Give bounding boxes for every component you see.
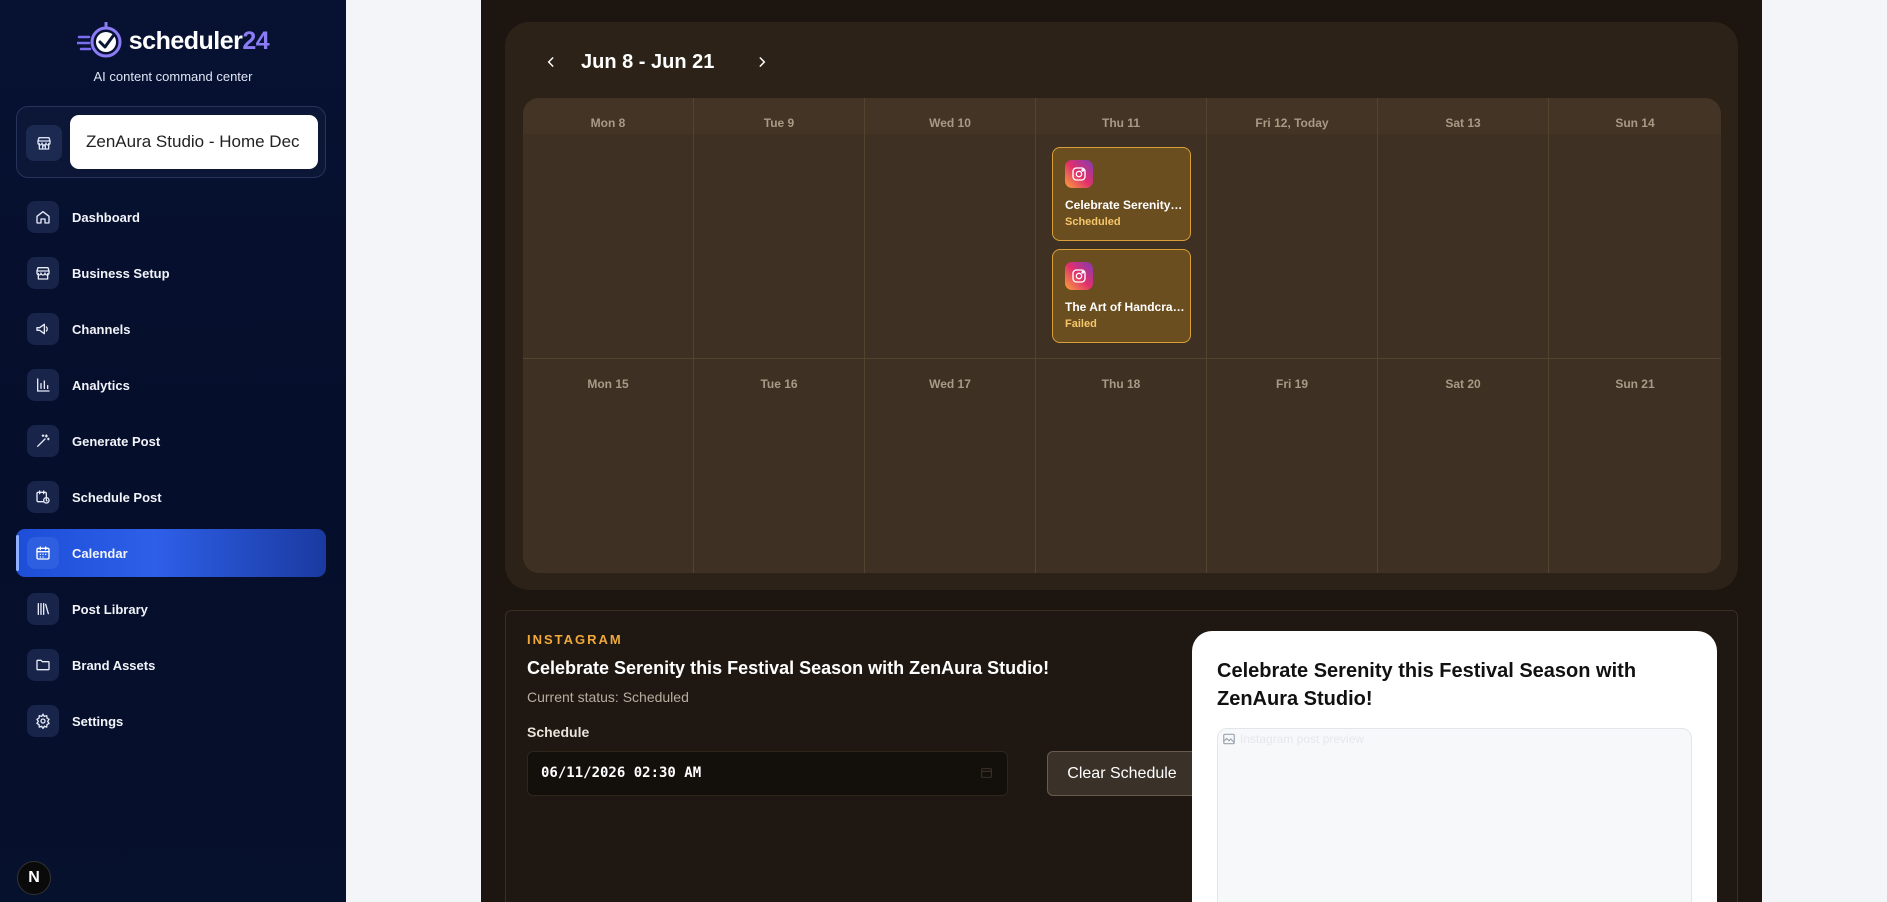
chevron-right-icon [759, 57, 766, 67]
calendar-icon [27, 537, 59, 569]
day-label: Thu 18 [1101, 377, 1141, 391]
sidebar: scheduler24 AI content command center Ze… [0, 0, 346, 902]
day-cell[interactable]: Mon 15 [523, 359, 694, 573]
post-details-panel: INSTAGRAM Celebrate Serenity this Festiv… [505, 610, 1738, 902]
home-icon [27, 201, 59, 233]
sidebar-item-business-setup[interactable]: Business Setup [16, 249, 326, 297]
magic-wand-icon [27, 425, 59, 457]
calendar-grid: Mon 8 Tue 9 Wed 10 Thu 11 Celebrate Sere… [523, 98, 1721, 573]
day-label: Mon 8 [590, 116, 626, 130]
bar-chart-icon [27, 369, 59, 401]
image-alt-text: Instagram post preview [1240, 732, 1365, 746]
store-icon [26, 125, 62, 161]
sidebar-item-calendar[interactable]: Calendar [16, 529, 326, 577]
sidebar-item-brand-assets[interactable]: Brand Assets [16, 641, 326, 689]
sidebar-item-analytics[interactable]: Analytics [16, 361, 326, 409]
sidebar-item-dashboard[interactable]: Dashboard [16, 193, 326, 241]
week-navigation: Jun 8 - Jun 21 [539, 46, 774, 78]
day-label: Mon 15 [587, 377, 629, 391]
sidebar-item-label: Settings [72, 713, 124, 729]
day-cell[interactable]: Tue 16 [694, 359, 865, 573]
sidebar-item-post-library[interactable]: Post Library [16, 585, 326, 633]
business-selector-card: ZenAura Studio - Home Dec [16, 106, 326, 178]
previous-week-button[interactable] [539, 50, 563, 74]
day-cell[interactable]: Sun 21 [1549, 359, 1721, 573]
week-range-title: Jun 8 - Jun 21 [581, 50, 715, 73]
sidebar-item-label: Post Library [72, 601, 148, 617]
post-detail-title: Celebrate Serenity this Festival Season … [527, 658, 1050, 678]
sidebar-item-schedule-post[interactable]: Schedule Post [16, 473, 326, 521]
sidebar-item-label: Analytics [72, 377, 130, 393]
schedule-value: 06/11/2026 02:30 AM [541, 765, 702, 781]
day-label: Sat 13 [1445, 116, 1481, 130]
day-cell[interactable]: Fri 19 [1207, 359, 1378, 573]
day-cell[interactable]: Sat 20 [1378, 359, 1549, 573]
post-card[interactable]: Celebrate Serenity this Festival Season … [1052, 147, 1191, 241]
day-cell[interactable]: Tue 9 [694, 98, 865, 358]
sidebar-item-channels[interactable]: Channels [16, 305, 326, 353]
post-status: Scheduled [1065, 216, 1121, 228]
sidebar-item-label: Schedule Post [72, 489, 162, 505]
clear-schedule-button[interactable]: Clear Schedule [1047, 751, 1197, 796]
library-icon [27, 593, 59, 625]
calendar-panel: Jun 8 - Jun 21 Mon 8 Tue 9 Wed 10 Thu 11… [505, 22, 1738, 590]
post-preview-card: Celebrate Serenity this Festival Season … [1192, 631, 1717, 902]
post-status: Failed [1065, 318, 1097, 330]
day-label: Sat 20 [1445, 377, 1481, 391]
day-cell[interactable]: Sat 13 [1378, 98, 1549, 358]
post-title: The Art of Handcrafted Decor [1065, 300, 1185, 314]
app-tagline: AI content command center [93, 69, 253, 84]
preview-image: Instagram post preview [1217, 728, 1692, 902]
sidebar-item-label: Dashboard [72, 209, 140, 225]
sidebar-item-label: Brand Assets [72, 657, 156, 673]
day-cell[interactable]: Mon 8 [523, 98, 694, 358]
folder-icon [27, 649, 59, 681]
app-name: scheduler24 [128, 26, 270, 55]
schedule-datetime-input[interactable]: 06/11/2026 02:30 AM [527, 751, 1008, 796]
day-label: Sun 21 [1615, 377, 1655, 391]
day-cell-today[interactable]: Fri 12, Today [1207, 98, 1378, 358]
day-cell[interactable]: Wed 10 [865, 98, 1036, 358]
day-label: Wed 17 [929, 377, 971, 391]
nextjs-badge[interactable]: N [17, 861, 51, 895]
post-title: Celebrate Serenity this Festival Season … [1065, 198, 1185, 212]
day-label: Wed 10 [929, 116, 971, 130]
day-cell[interactable]: Thu 18 [1036, 359, 1207, 573]
schedule-label: Schedule [527, 724, 590, 740]
day-cell[interactable]: Sun 14 [1549, 98, 1721, 358]
post-status-text: Current status: Scheduled [527, 689, 689, 705]
day-cell[interactable]: Wed 17 [865, 359, 1036, 573]
sidebar-item-label: Calendar [72, 545, 128, 561]
broken-image-icon [1223, 733, 1235, 745]
gear-icon [27, 705, 59, 737]
day-label: Sun 14 [1615, 116, 1655, 130]
calendar-clock-icon [27, 481, 59, 513]
sidebar-item-label: Generate Post [72, 433, 161, 449]
chevron-left-icon [547, 57, 554, 67]
day-label: Tue 9 [763, 116, 795, 130]
day-label: Fri 12, Today [1255, 116, 1329, 130]
sidebar-item-settings[interactable]: Settings [16, 697, 326, 745]
next-week-button[interactable] [750, 50, 774, 74]
clock-check-icon [75, 21, 123, 60]
business-select[interactable]: ZenAura Studio - Home Dec [70, 115, 318, 169]
store-icon [27, 257, 59, 289]
sidebar-nav: Dashboard Business Setup Channels Analyt… [16, 193, 326, 753]
instagram-icon [1065, 262, 1093, 290]
preview-title: Celebrate Serenity this Festival Season … [1217, 660, 1637, 710]
day-label: Thu 11 [1101, 116, 1140, 130]
day-label: Tue 16 [760, 377, 798, 391]
sidebar-item-label: Channels [72, 321, 131, 337]
calendar-picker-icon[interactable] [980, 766, 993, 779]
instagram-icon [1065, 160, 1093, 188]
main-panel: Jun 8 - Jun 21 Mon 8 Tue 9 Wed 10 Thu 11… [481, 0, 1762, 902]
day-label: Fri 19 [1275, 377, 1308, 391]
post-card[interactable]: The Art of Handcrafted Decor Failed [1052, 249, 1191, 343]
sidebar-item-generate-post[interactable]: Generate Post [16, 417, 326, 465]
day-cell[interactable]: Thu 11 Celebrate Serenity this Festival … [1036, 98, 1207, 358]
app-logo[interactable]: scheduler24 [0, 21, 346, 60]
sidebar-item-label: Business Setup [72, 265, 170, 281]
platform-label: INSTAGRAM [527, 632, 623, 647]
megaphone-icon [27, 313, 59, 345]
